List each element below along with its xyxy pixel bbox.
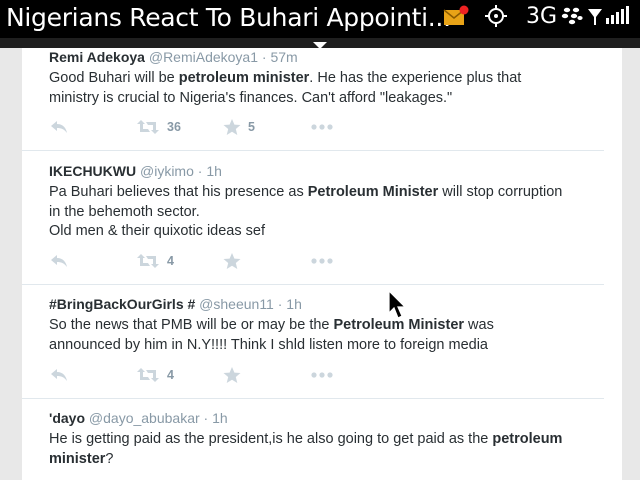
text-segment: . He has the experience plus that [309,70,522,86]
tweet-author-name[interactable]: 'dayo [49,410,85,426]
text-segment: Good Buhari will be [49,70,179,86]
pull-down-tab[interactable] [0,38,640,49]
text-segment: He is getting paid as the president,is h… [49,431,493,447]
reply-icon [51,369,67,381]
tweet-text: Good Buhari will be petroleum minister. … [49,69,604,108]
star-icon [223,253,241,269]
network-type-label: 3G [526,3,558,29]
tweet-text-line: So the news that PMB will be or may be t… [49,316,604,336]
tweet-header: #BringBackOurGirls # @sheeun11 · 1h [49,296,604,312]
tweet-actions: 4 [49,365,604,385]
text-segment: ministry is crucial to Nigeria's finance… [49,89,453,106]
reply-icon [51,255,67,267]
retweet-icon [137,368,159,382]
favorite-button[interactable]: 5 [223,117,255,137]
tweet-actions: 4 [49,251,604,271]
tweet-text-line: in the behemoth sector. [49,203,604,223]
tweet-timestamp[interactable]: · 1h [198,163,222,179]
more-options-button[interactable] [311,117,333,137]
tweet-author-name[interactable]: Remi Adekoya [49,49,145,65]
tweet-item[interactable]: 'dayo @dayo_abubakar · 1h He is getting … [49,410,604,469]
text-segment: ? [105,450,114,467]
retweet-icon [137,254,159,268]
text-segment: will stop corruption [438,184,563,200]
gps-icon [484,0,508,32]
favorite-button[interactable] [223,365,241,385]
signal-icon [588,0,602,32]
retweet-count: 4 [167,254,174,268]
tweet-timestamp[interactable]: · 57m [262,49,298,65]
reply-icon [51,121,67,133]
tweet-item[interactable]: IKECHUKWU @iykimo · 1h Pa Buhari believe… [49,163,604,242]
battery-icon [604,0,634,32]
reply-button[interactable] [49,251,69,271]
text-segment: Pa Buhari believes that his presence as [49,184,308,200]
more-options-button[interactable] [311,365,333,385]
tweet-author-handle[interactable]: @iykimo [140,163,194,179]
favorite-button[interactable] [223,251,241,271]
reply-button[interactable] [49,117,69,137]
tweet-author-handle[interactable]: @sheeun11 [199,296,274,312]
star-icon [223,367,241,383]
tweet-actions: 36 5 [49,117,604,137]
tweet-text: Pa Buhari believes that his presence as … [49,183,604,242]
left-gutter [0,48,22,480]
text-segment: in the behemoth sector. [49,203,200,220]
text-segment: So the news that PMB will be or may be t… [49,317,334,333]
reply-button[interactable] [49,365,69,385]
tweet-timestamp[interactable]: · 1h [278,296,302,312]
tweet-header: 'dayo @dayo_abubakar · 1h [49,410,604,426]
text-segment: Old men & their quixotic ideas sef [49,223,265,239]
highlighted-keyword: petroleum minister [178,70,310,86]
tweet-timestamp[interactable]: · 1h [204,410,228,426]
tweet-text: So the news that PMB will be or may be t… [49,316,604,355]
text-segment: was [464,317,494,333]
tweet-divider [22,398,604,399]
tweet-author-handle[interactable]: @dayo_abubakar [89,410,200,426]
tweet-author-handle[interactable]: @RemiAdekoya1 [149,49,258,65]
mouse-cursor-icon [388,289,407,325]
tweet-text-line: announced by him in N.Y!!!! Think I shld… [49,336,604,356]
tweet-header: IKECHUKWU @iykimo · 1h [49,163,604,179]
retweet-button[interactable]: 36 [136,117,181,137]
tweet-divider [22,284,604,285]
status-bar: Nigerians React To Buhari Appointi... 3G [0,0,640,38]
retweet-count: 4 [167,368,174,382]
tweet-item[interactable]: Remi Adekoya @RemiAdekoya1 · 57m Good Bu… [49,49,604,108]
tweet-text-line: Pa Buhari believes that his presence as … [49,183,604,203]
tweet-text-line: Good Buhari will be petroleum minister. … [49,69,604,89]
text-segment: announced by him in N.Y!!!! Think I shld… [49,336,488,353]
tweet-text-line: Old men & their quixotic ideas sef [49,222,604,242]
tweet-item[interactable]: #BringBackOurGirls # @sheeun11 · 1h So t… [49,296,604,355]
highlighted-keyword: Petroleum Minister [307,184,439,200]
more-icon [311,124,333,130]
retweet-count: 36 [167,120,181,134]
tweet-text-line: He is getting paid as the president,is h… [49,430,604,450]
tweet-timeline[interactable]: Remi Adekoya @RemiAdekoya1 · 57m Good Bu… [22,48,622,480]
tweet-author-name[interactable]: #BringBackOurGirls # [49,296,195,312]
tweet-text-line: minister? [49,450,604,470]
tweet-author-name[interactable]: IKECHUKWU [49,163,136,179]
tweet-text-line: ministry is crucial to Nigeria's finance… [49,89,604,109]
blackberry-icon [561,0,583,32]
highlighted-keyword: minister [49,450,106,467]
right-gutter [622,48,640,480]
tweet-header: Remi Adekoya @RemiAdekoya1 · 57m [49,49,604,65]
retweet-icon [137,120,159,134]
more-options-button[interactable] [311,251,333,271]
tweet-divider [22,150,604,151]
window-title: Nigerians React To Buhari Appointi... [6,3,451,32]
mail-notification-icon[interactable] [443,0,469,32]
favorite-count: 5 [248,120,255,134]
retweet-button[interactable]: 4 [136,365,174,385]
retweet-button[interactable]: 4 [136,251,174,271]
more-icon [311,372,333,378]
highlighted-keyword: petroleum [492,431,563,447]
star-icon [223,119,241,135]
more-icon [311,258,333,264]
tweet-text: He is getting paid as the president,is h… [49,430,604,469]
